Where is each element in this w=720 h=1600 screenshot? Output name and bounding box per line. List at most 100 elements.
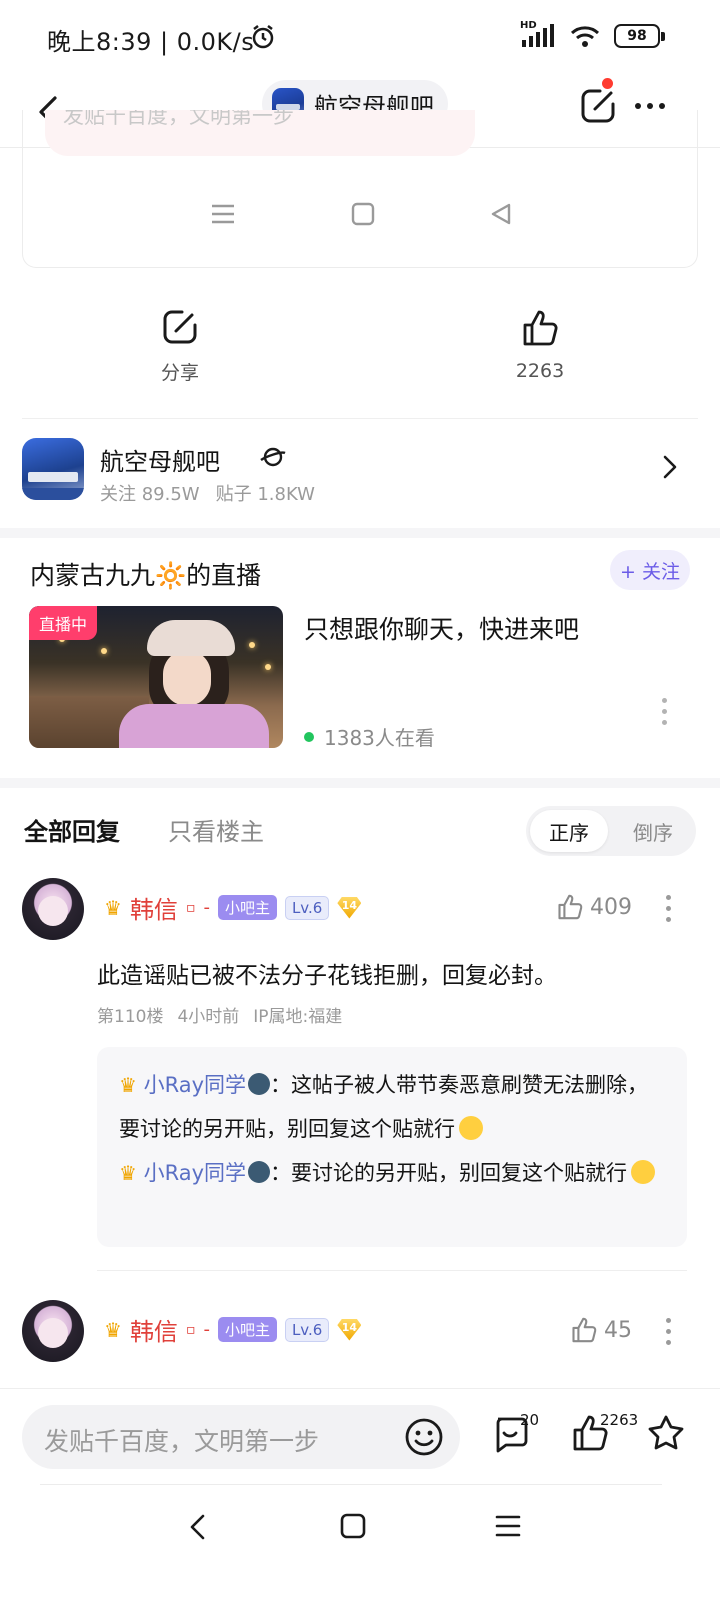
more-dot-icon — [662, 720, 667, 725]
live-title: 内蒙古九九🔆的直播 — [30, 561, 262, 590]
separator-dash: - — [203, 1319, 210, 1340]
embedded-nav-bar — [23, 202, 697, 226]
reply-like-button[interactable]: 409 — [556, 893, 632, 921]
home-square-icon — [340, 1513, 366, 1539]
reply-more-button[interactable] — [666, 895, 671, 922]
more-dot-icon — [635, 103, 641, 109]
share-button[interactable]: 分享 — [150, 308, 210, 385]
sort-asc-button[interactable]: 正序 — [530, 810, 608, 852]
reply-like-button[interactable]: 45 — [570, 1316, 632, 1344]
embedded-placeholder: 发贴千百度，文明第一步 — [63, 110, 294, 128]
sub-reply-user[interactable]: 小Ray同学 — [144, 1073, 246, 1097]
avatar[interactable] — [22, 878, 84, 940]
crown-icon: ♛ — [119, 1161, 137, 1185]
tab-op-only[interactable]: 只看楼主 — [168, 812, 264, 847]
forum-posts: 贴子 1.8KW — [215, 484, 315, 505]
section-separator — [0, 528, 720, 538]
level-tag: Lv.6 — [284, 1317, 330, 1342]
live-thumbnail[interactable]: 直播中 — [29, 606, 283, 748]
follow-button[interactable]: + 关注 — [610, 550, 690, 590]
system-back-button[interactable] — [186, 1512, 210, 1542]
diamond-badge-icon: 14 — [337, 896, 362, 919]
live-badge: 直播中 — [29, 606, 98, 640]
chevron-left-icon — [190, 1514, 205, 1540]
tab-all-replies[interactable]: 全部回复 — [24, 812, 120, 847]
hug-emoji-icon — [631, 1160, 656, 1184]
like-count: 2263 — [600, 1411, 639, 1429]
moon-emoji-icon — [248, 1161, 271, 1183]
level-tag: Lv.6 — [284, 895, 330, 920]
status-bar: 晚上8:39 | 0.0K/s HD 98 — [0, 0, 720, 78]
battery-level: 98 — [627, 28, 647, 44]
forum-info-row[interactable]: 航空母舰吧 关注 89.5W 贴子 1.8KW — [22, 438, 698, 508]
forum-avatar — [22, 438, 84, 500]
back-triangle-icon — [491, 203, 510, 225]
system-menu-button[interactable] — [494, 1512, 522, 1540]
more-dot-icon — [647, 103, 653, 109]
sub-reply-user[interactable]: 小Ray同学 — [144, 1161, 246, 1185]
compose-input[interactable]: 发贴千百度，文明第一步 — [22, 1405, 460, 1469]
online-dot-icon — [304, 731, 314, 742]
moderator-tag: 小吧主 — [217, 895, 277, 920]
notification-dot — [602, 78, 613, 89]
thumbnail-light — [265, 664, 271, 670]
moon-emoji-icon — [248, 1073, 271, 1095]
divider — [22, 418, 698, 419]
reply-like-count: 45 — [604, 1317, 632, 1343]
live-description[interactable]: 只想跟你聊天，快进来吧 — [304, 610, 579, 646]
compose-bar: 发贴千百度，文明第一步 20 2263 — [0, 1388, 720, 1484]
favorite-button[interactable] — [646, 1413, 686, 1453]
like-button[interactable]: 2263 — [505, 308, 575, 382]
chevron-right-icon — [663, 455, 677, 479]
battery-icon: 98 — [614, 24, 665, 48]
sub-replies-box[interactable]: ♛ 小Ray同学 ：这帖子被人带节奏恶意刷赞无法删除，要讨论的另开贴，别回复这个贴… — [97, 1047, 687, 1247]
username[interactable]: 韩信 — [130, 1312, 178, 1347]
alarm-icon — [250, 24, 276, 50]
comment-count: 20 — [520, 1411, 540, 1429]
reply-text: 此造谣贴已被不法分子花钱拒删，回复必封。 — [97, 963, 557, 989]
more-dot-icon — [662, 698, 667, 703]
avatar[interactable] — [22, 1300, 84, 1362]
more-dot-icon — [666, 1318, 671, 1323]
crown-icon: ♛ — [104, 895, 122, 920]
section-separator — [0, 778, 720, 788]
live-viewers: 1383人在看 — [304, 722, 435, 751]
thumbs-up-icon — [558, 894, 583, 920]
status-time-speed: 晚上8:39 | 0.0K/s — [47, 28, 255, 56]
cellular-signal-icon: HD — [520, 20, 556, 48]
sort-order-toggle: 正序 倒序 — [526, 806, 696, 856]
badge-number: 14 — [341, 899, 357, 912]
home-square-icon — [351, 202, 375, 226]
emoji-icon[interactable] — [404, 1417, 444, 1457]
star-icon — [648, 1415, 684, 1450]
sort-desc-button[interactable]: 倒序 — [614, 810, 692, 852]
reply-user-line: ♛ 韩信 ▫ - 小吧主 Lv.6 14 — [104, 1312, 362, 1347]
live-viewers-text: 1383人在看 — [324, 726, 435, 750]
live-more-button[interactable] — [662, 698, 667, 725]
username[interactable]: 韩信 — [130, 890, 178, 925]
thumbnail-person-beret — [147, 620, 235, 656]
thumbnail-person-face — [163, 650, 211, 706]
more-dot-icon — [666, 1340, 671, 1345]
system-nav-bar — [0, 1484, 720, 1600]
menu-icon — [212, 204, 235, 224]
moderator-tag: 小吧主 — [217, 1317, 277, 1342]
thumbnail-person-sweater — [119, 704, 269, 748]
system-home-button[interactable] — [340, 1512, 366, 1540]
divider — [40, 1484, 662, 1485]
crown-icon: ♛ — [119, 1073, 137, 1097]
divider — [97, 1270, 687, 1271]
sub-reply: ♛ 小Ray同学 ：要讨论的另开贴，别回复这个贴就行 — [119, 1151, 665, 1195]
sub-reply-text: ：要讨论的另开贴，别回复这个贴就行 — [270, 1161, 628, 1185]
badge-number: 14 — [341, 1321, 357, 1334]
more-dot-icon — [666, 917, 671, 922]
compose-placeholder: 发贴千百度，文明第一步 — [44, 1427, 320, 1456]
network-type-label: HD — [520, 20, 537, 31]
diamond-badge-icon: 14 — [337, 1318, 362, 1341]
reply-more-button[interactable] — [666, 1318, 671, 1345]
more-dot-icon — [659, 103, 665, 109]
like-count: 2263 — [515, 360, 565, 382]
reply-like-count: 409 — [590, 894, 632, 920]
share-label: 分享 — [160, 362, 199, 384]
forum-followers: 关注 89.5W — [100, 484, 200, 505]
